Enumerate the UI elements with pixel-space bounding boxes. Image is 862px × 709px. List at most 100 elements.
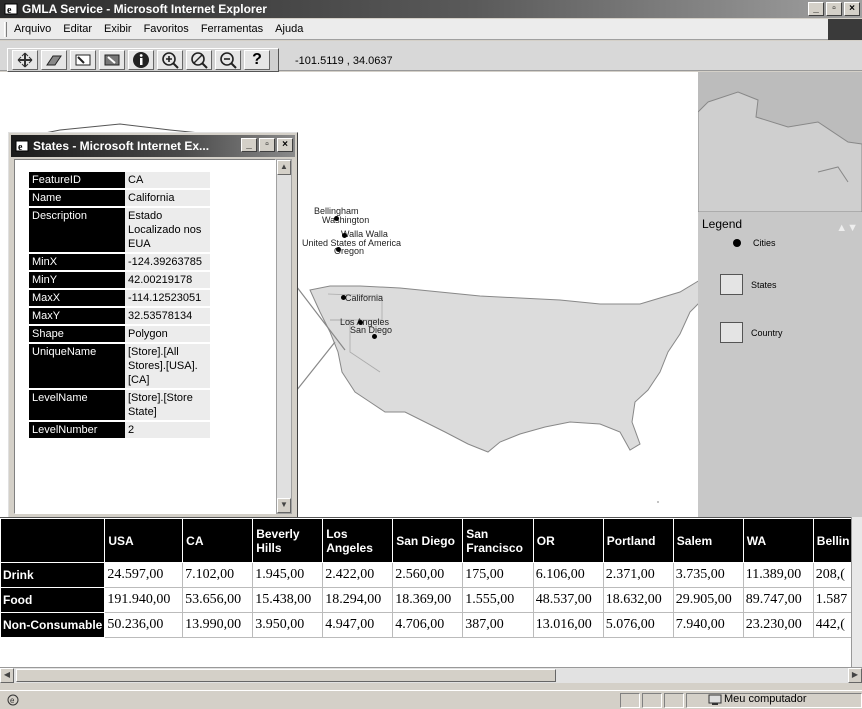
city-marker[interactable] [341,295,346,300]
popup-close-button[interactable]: × [277,138,293,152]
overview-map[interactable] [698,72,862,212]
table-cell[interactable]: 15.438,00 [252,587,324,613]
table-cell[interactable]: 53.656,00 [182,587,254,613]
table-cell[interactable]: 18.369,00 [392,587,464,613]
table-cell[interactable]: 50.236,00 [104,612,184,638]
table-cell[interactable]: 3.950,00 [252,612,324,638]
table-cell[interactable]: 7.940,00 [672,612,744,638]
row-header[interactable]: Food [0,587,106,613]
table-cell[interactable]: 175,00 [462,562,534,588]
scroll-down-icon[interactable]: ▼ [277,498,291,513]
legend-label: Cities [753,238,776,248]
column-header[interactable]: Salem [672,518,744,563]
table-cell[interactable]: 1.555,00 [462,587,534,613]
select-rect-icon[interactable] [99,50,125,70]
table-cell[interactable]: 191.940,00 [104,587,184,613]
table-cell[interactable]: 89.747,00 [742,587,814,613]
table-cell[interactable]: 1.945,00 [252,562,324,588]
grid-horizontal-scrollbar[interactable]: ◀ ▶ [0,667,862,683]
popup-minimize-button[interactable]: _ [241,138,257,152]
menu-exibir[interactable]: Exibir [104,23,132,35]
data-grid: USA CA Beverly Hills Los Angeles San Diego Sa… [0,517,862,680]
table-cell[interactable]: 24.597,00 [104,562,184,588]
popup-maximize-button[interactable]: ▫ [259,138,275,152]
popup-scrollbar[interactable]: ▲ ▼ [276,159,292,514]
menu-editar[interactable]: Editar [63,23,92,35]
menu-ajuda[interactable]: Ajuda [275,23,303,35]
legend-item-country: Country [720,322,783,343]
map-label-washington: Washington [322,215,370,225]
eraser-icon[interactable] [41,50,67,70]
property-value: -114.12523051 [125,290,210,306]
zoom-in-icon[interactable] [157,50,183,70]
column-header[interactable]: Portland [602,518,674,563]
table-cell[interactable]: 5.076,00 [602,612,674,638]
pan-icon[interactable] [12,50,38,70]
help-icon[interactable]: ? [244,50,270,70]
column-header[interactable]: San Francisco [462,518,534,563]
table-cell[interactable]: 11.389,00 [742,562,814,588]
page-icon: e [6,693,20,709]
table-cell[interactable]: 2.371,00 [602,562,674,588]
status-panel [642,693,662,708]
table-cell[interactable]: 18.632,00 [602,587,674,613]
status-panel [664,693,684,708]
table-cell[interactable]: 4.706,00 [392,612,464,638]
status-panel [620,693,640,708]
table-cell[interactable]: 6.106,00 [532,562,604,588]
info-icon[interactable] [128,50,154,70]
property-value: 42.00219178 [125,272,210,288]
zoom-out-icon[interactable] [215,50,241,70]
column-header[interactable]: Los Angeles [322,518,394,563]
column-header[interactable]: USA [104,518,184,563]
table-cell[interactable]: 4.947,00 [322,612,394,638]
property-key: Name [29,190,125,206]
zoom-extent-icon[interactable] [186,50,212,70]
table-cell[interactable]: 387,00 [462,612,534,638]
table-cell[interactable]: 3.735,00 [672,562,744,588]
table-cell[interactable]: 23.230,00 [742,612,814,638]
map-label-san-diego: San Diego [350,325,393,335]
table-cell[interactable]: 48.537,00 [532,587,604,613]
city-marker[interactable] [342,233,347,238]
city-marker[interactable] [372,334,377,339]
close-button[interactable]: × [844,2,860,16]
column-header[interactable]: Beverly Hills [252,518,324,563]
corner-header [0,518,106,563]
scroll-left-icon[interactable]: ◀ [0,668,14,683]
table-cell[interactable]: 18.294,00 [322,587,394,613]
property-key: MinY [29,272,125,288]
table-cell[interactable]: 2.560,00 [392,562,464,588]
minimize-button[interactable]: _ [808,2,824,16]
column-header[interactable]: CA [182,518,254,563]
city-dot-icon [733,239,741,247]
city-marker[interactable] [334,216,339,221]
table-cell[interactable]: 2.422,00 [322,562,394,588]
property-row: Name California [29,190,210,206]
column-header[interactable]: WA [742,518,814,563]
row-header[interactable]: Non-Consumable [0,612,106,638]
menu-ferramentas[interactable]: Ferramentas [201,23,263,35]
menu-favoritos[interactable]: Favoritos [144,23,189,35]
column-header[interactable]: San Diego [392,518,464,563]
scroll-thumb[interactable] [16,669,556,682]
row-header[interactable]: Drink [0,562,106,588]
property-row: Shape Polygon [29,326,210,342]
select-icon[interactable] [70,50,96,70]
property-value: Polygon [125,326,210,342]
column-header[interactable]: OR [532,518,604,563]
table-cell[interactable]: 29.905,00 [672,587,744,613]
table-cell[interactable]: 13.016,00 [532,612,604,638]
maximize-button[interactable]: ▫ [826,2,842,16]
svg-text:e: e [7,5,12,16]
property-row: MaxY 32.53578134 [29,308,210,324]
city-marker[interactable] [358,320,363,325]
legend-collapse-icon[interactable]: ▲▼ [836,218,858,238]
scroll-up-icon[interactable]: ▲ [277,160,291,175]
menu-arquivo[interactable]: Arquivo [14,23,51,35]
city-marker[interactable] [336,247,341,252]
table-cell[interactable]: 13.990,00 [182,612,254,638]
scroll-right-icon[interactable]: ▶ [848,668,862,683]
grid-vertical-scrollbar[interactable] [851,517,862,680]
table-cell[interactable]: 7.102,00 [182,562,254,588]
